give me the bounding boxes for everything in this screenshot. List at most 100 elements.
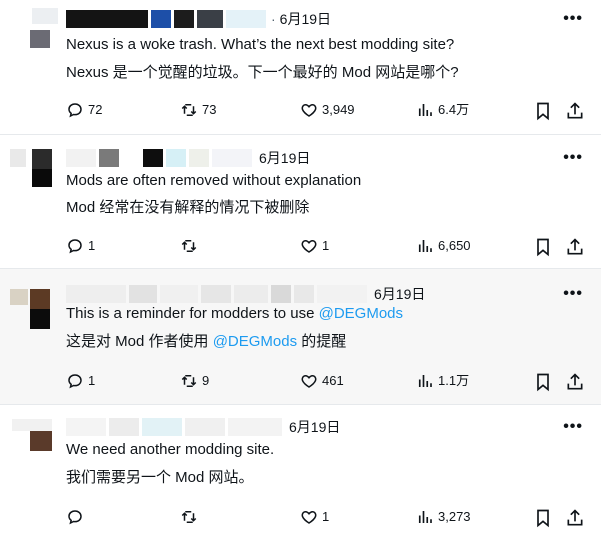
bookmark-button[interactable] — [533, 508, 557, 528]
share-button[interactable] — [565, 237, 589, 257]
views-button[interactable]: 6,650 — [416, 237, 471, 255]
tweet-date[interactable]: 6月19日 — [289, 417, 340, 437]
reply-icon — [68, 374, 82, 389]
like-icon — [301, 510, 317, 524]
tweet-actions: 72 73 3,949 6.4万 — [66, 101, 587, 123]
tweet-feed: · 6月19日 ••• Nexus is a woke trash. What’… — [0, 0, 601, 536]
tweet-text-zh: Mod 经常在没有解释的情况下被删除 — [66, 199, 310, 216]
bookmark-icon — [537, 102, 549, 121]
reply-count: 1 — [88, 373, 96, 388]
redacted-username — [66, 285, 126, 303]
reply-icon — [68, 103, 82, 118]
retweet-icon — [181, 104, 197, 116]
more-icon[interactable]: ••• — [563, 10, 583, 28]
tweet-actions: 1 9 461 1.1万 — [66, 372, 587, 394]
date-separator: · — [271, 11, 276, 27]
views-icon — [418, 104, 432, 116]
like-icon — [301, 103, 317, 117]
tweet-text-zh: 我们需要另一个 Mod 网站。 — [66, 469, 254, 486]
reply-count: 1 — [88, 238, 96, 253]
mention-link[interactable]: @DEGMods — [319, 305, 403, 322]
reply-icon — [68, 239, 82, 254]
share-icon — [567, 102, 583, 119]
like-count: 1 — [322, 509, 330, 524]
tweet-actions: 1 1 6,650 — [66, 237, 587, 259]
tweet[interactable]: 6月19日 ••• We need another modding site. … — [0, 405, 601, 536]
redacted-username — [66, 149, 96, 167]
reply-icon — [68, 510, 82, 525]
tweet-text-zh: 这是对 Mod 作者使用 @DEGMods 的提醒 — [66, 332, 346, 352]
like-button[interactable]: 461 — [300, 372, 344, 390]
share-icon — [567, 509, 583, 526]
views-button[interactable]: 6.4万 — [416, 101, 469, 119]
tweet-header: 6月19日 — [66, 147, 310, 169]
views-count: 3,273 — [438, 509, 471, 524]
like-icon — [301, 374, 317, 388]
tweet-text-en-prefix: This is a reminder for modders to use — [66, 305, 319, 322]
views-count: 6.4万 — [438, 102, 470, 117]
redacted-username — [66, 418, 106, 436]
tweet-header: 6月19日 — [66, 283, 425, 305]
views-icon — [418, 240, 432, 252]
retweet-button[interactable]: 73 — [180, 101, 216, 119]
reply-button[interactable]: 72 — [66, 101, 102, 119]
like-button[interactable]: 1 — [300, 508, 329, 526]
views-button[interactable]: 1.1万 — [416, 372, 469, 390]
retweet-icon — [181, 511, 197, 523]
bookmark-icon — [537, 509, 549, 528]
views-icon — [418, 375, 432, 387]
like-count: 1 — [322, 238, 330, 253]
views-icon — [418, 511, 432, 523]
tweet-text-en: We need another modding site. — [66, 441, 275, 458]
tweet-text-en: Mods are often removed without explanati… — [66, 172, 362, 189]
views-count: 6,650 — [438, 238, 471, 253]
bookmark-button[interactable] — [533, 237, 557, 257]
tweet-date[interactable]: 6月19日 — [374, 284, 425, 304]
tweet-header: 6月19日 — [66, 416, 340, 438]
share-button[interactable] — [565, 508, 589, 528]
views-button[interactable]: 3,273 — [416, 508, 471, 526]
tweet-actions: 1 3,273 — [66, 508, 587, 530]
share-icon — [567, 373, 583, 390]
retweet-count: 73 — [202, 102, 217, 117]
reply-button[interactable] — [66, 508, 88, 526]
tweet-text-zh-suffix: 的提醒 — [297, 333, 347, 350]
share-button[interactable] — [565, 372, 589, 392]
tweet-date[interactable]: 6月19日 — [259, 148, 310, 168]
more-icon[interactable]: ••• — [563, 285, 583, 303]
bookmark-button[interactable] — [533, 372, 557, 392]
tweet-date[interactable]: 6月19日 — [280, 9, 331, 29]
reply-button[interactable]: 1 — [66, 372, 95, 390]
more-icon[interactable]: ••• — [563, 149, 583, 167]
bookmark-icon — [537, 238, 549, 257]
retweet-button[interactable] — [180, 508, 202, 526]
more-icon[interactable]: ••• — [563, 418, 583, 436]
bookmark-icon — [537, 373, 549, 392]
retweet-icon — [181, 240, 197, 252]
tweet-header: · 6月19日 — [66, 8, 331, 30]
reply-button[interactable]: 1 — [66, 237, 95, 255]
views-count: 1.1万 — [438, 373, 470, 388]
tweet[interactable]: 6月19日 ••• This is a reminder for modders… — [0, 269, 601, 405]
tweet-text-zh: Nexus 是一个觉醒的垃圾。下一个最好的 Mod 网站是哪个? — [66, 64, 459, 81]
retweet-button[interactable]: 9 — [180, 372, 209, 390]
share-icon — [567, 238, 583, 255]
share-button[interactable] — [565, 101, 589, 121]
retweet-button[interactable] — [180, 237, 202, 255]
like-count: 461 — [322, 373, 344, 388]
mention-link[interactable]: @DEGMods — [213, 333, 297, 350]
reply-count: 72 — [88, 102, 103, 117]
retweet-count: 9 — [202, 373, 210, 388]
like-count: 3,949 — [322, 102, 355, 117]
retweet-icon — [181, 375, 197, 387]
tweet-text-en: Nexus is a woke trash. What’s the next b… — [66, 36, 455, 53]
tweet[interactable]: 6月19日 ••• Mods are often removed without… — [0, 135, 601, 269]
bookmark-button[interactable] — [533, 101, 557, 121]
like-button[interactable]: 1 — [300, 237, 329, 255]
redacted-username — [66, 10, 148, 28]
like-button[interactable]: 3,949 — [300, 101, 355, 119]
tweet-text-zh-prefix: 这是对 Mod 作者使用 — [66, 333, 213, 350]
tweet[interactable]: · 6月19日 ••• Nexus is a woke trash. What’… — [0, 0, 601, 135]
tweet-text-en: This is a reminder for modders to use @D… — [66, 304, 403, 324]
like-icon — [301, 239, 317, 253]
